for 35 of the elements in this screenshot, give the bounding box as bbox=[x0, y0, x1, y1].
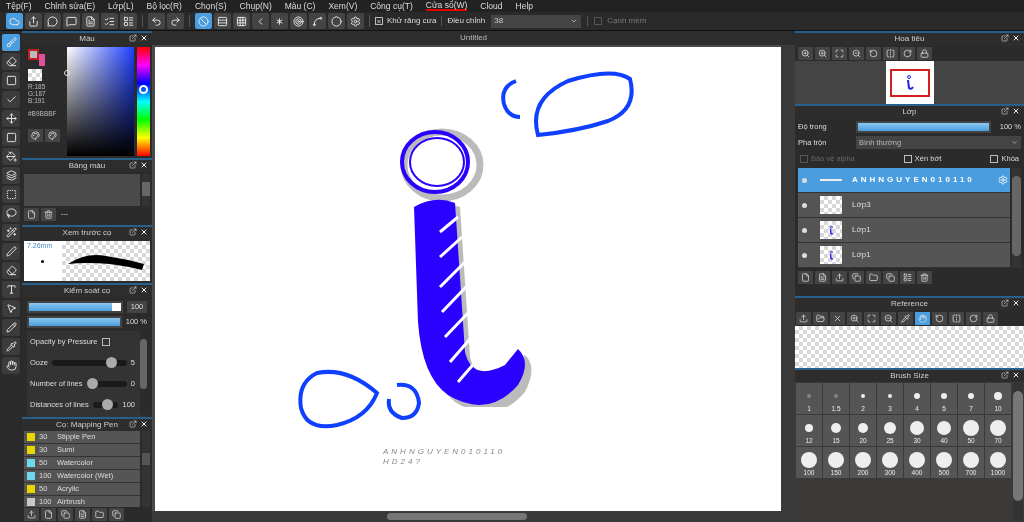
menu-item[interactable]: Cloud bbox=[480, 1, 503, 11]
adjust-dropdown[interactable]: 38 bbox=[491, 14, 582, 28]
menu-item[interactable]: Chọn(S) bbox=[194, 1, 227, 11]
layer-row[interactable]: Lớp1 bbox=[798, 243, 1010, 269]
layer-name: Lớp1 bbox=[852, 224, 872, 237]
smooth-label: Cạnh mềm bbox=[607, 15, 647, 27]
panel-title: Màu bbox=[79, 35, 95, 43]
menu-item[interactable]: Help bbox=[515, 1, 534, 11]
panel-title: Bảng màu bbox=[68, 162, 106, 170]
panel-title: Reference bbox=[891, 300, 928, 308]
antialias-label: Khử răng cưa bbox=[387, 15, 437, 27]
layer-name: Lớp1 bbox=[852, 249, 872, 262]
panel-title: Xem trước cọ bbox=[62, 229, 112, 237]
menu-item[interactable]: Bộ lọc(R) bbox=[146, 1, 182, 11]
layer-name: Lớp3 bbox=[852, 199, 872, 212]
panel-title: Brush Size bbox=[890, 372, 929, 380]
panel-title: Cọ: Mapping Pen bbox=[56, 421, 118, 429]
layer-row[interactable]: Lớp1 bbox=[798, 218, 1010, 244]
menu-item[interactable]: Công cụ(T) bbox=[370, 1, 413, 11]
menu-item[interactable]: Màu (C) bbox=[284, 1, 316, 11]
caption-text: ANHNGUYEN010110 bbox=[383, 447, 506, 457]
caption-text: HD24? bbox=[383, 457, 424, 467]
layer-row[interactable]: Lớp3 bbox=[798, 193, 1010, 219]
panel-title: Kiểm soát cọ bbox=[63, 287, 111, 295]
menu-item[interactable]: Chỉnh sửa(E) bbox=[44, 1, 96, 11]
menu-item[interactable]: Tệp(F) bbox=[6, 1, 32, 11]
menu-item[interactable]: Xem(V) bbox=[328, 1, 358, 11]
adjust-label: Điều chỉnh bbox=[447, 15, 486, 27]
document-tab[interactable]: Untitled bbox=[459, 32, 488, 44]
canvas[interactable]: ANHNGUYEN010110 HD24? bbox=[155, 47, 781, 511]
menu-item[interactable]: Chụp(N) bbox=[239, 1, 272, 11]
panel-title: Hoa tiêu bbox=[894, 35, 925, 43]
layer-name: ANHNGUYEN010110 bbox=[852, 174, 976, 187]
panel-title: Lớp bbox=[902, 108, 917, 116]
menu-item[interactable]: Lớp(L) bbox=[108, 1, 134, 11]
